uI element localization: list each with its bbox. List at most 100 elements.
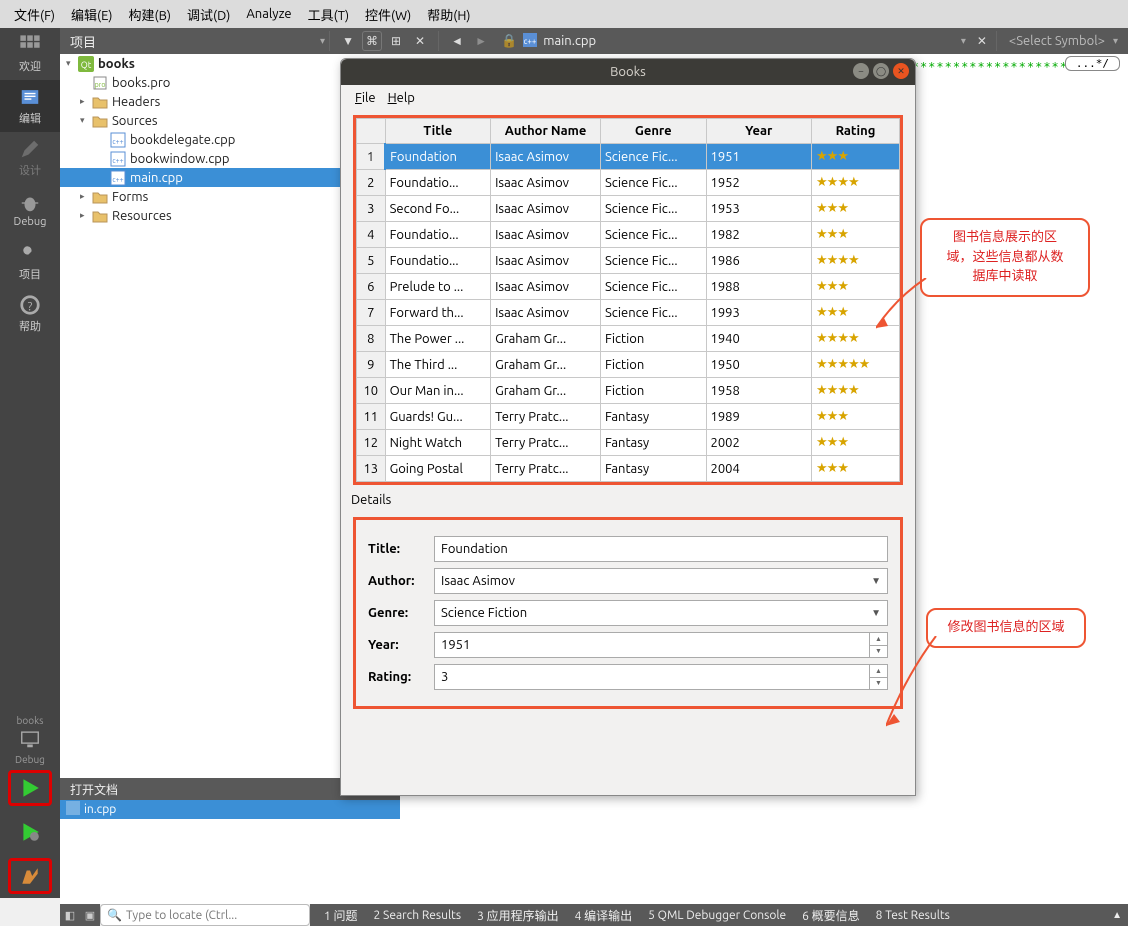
mode-welcome[interactable]: 欢迎 <box>0 28 60 80</box>
cell-title[interactable]: Going Postal <box>385 456 491 482</box>
pin-icon[interactable]: ▣ <box>85 909 95 922</box>
table-row[interactable]: 8The Power ...Graham Gr...Fiction1940★★★… <box>357 326 900 352</box>
books-table[interactable]: Title Author Name Genre Year Rating 1Fou… <box>356 118 900 482</box>
cell-rating[interactable]: ★★★ <box>812 456 900 482</box>
nav-back-icon[interactable]: ◄ <box>447 31 467 51</box>
cell-author[interactable]: Graham Gr... <box>491 378 601 404</box>
cell-author[interactable]: Isaac Asimov <box>491 144 601 170</box>
run-button[interactable] <box>8 770 52 806</box>
kit-selector[interactable]: Debug <box>0 726 60 766</box>
cell-title[interactable]: The Power ... <box>385 326 491 352</box>
cell-year[interactable]: 1952 <box>706 170 812 196</box>
menu-debug[interactable]: 调试(D) <box>179 1 238 28</box>
table-row[interactable]: 6Prelude to ...Isaac AsimovScience Fic..… <box>357 274 900 300</box>
cell-title[interactable]: Night Watch <box>385 430 491 456</box>
books-menu-file[interactable]: File <box>349 88 382 108</box>
cell-year[interactable]: 1940 <box>706 326 812 352</box>
cell-rating[interactable]: ★★★ <box>812 196 900 222</box>
locator-input[interactable]: 🔍 Type to locate (Ctrl... <box>100 904 310 926</box>
mode-debug[interactable]: Debug <box>0 184 60 236</box>
select-genre[interactable]: Science Fiction▼ <box>434 600 888 626</box>
mode-design[interactable]: 设计 <box>0 132 60 184</box>
cell-genre[interactable]: Science Fic... <box>601 170 707 196</box>
col-author[interactable]: Author Name <box>491 119 601 144</box>
cell-year[interactable]: 1986 <box>706 248 812 274</box>
cell-author[interactable]: Isaac Asimov <box>491 170 601 196</box>
cell-author[interactable]: Isaac Asimov <box>491 248 601 274</box>
close-sidebar-icon[interactable]: ◧ <box>65 909 75 922</box>
cell-author[interactable]: Isaac Asimov <box>491 274 601 300</box>
split-icon[interactable]: ⊞ <box>386 31 406 51</box>
cell-rating[interactable]: ★★★★ <box>812 170 900 196</box>
open-doc-item[interactable]: in.cpp <box>60 800 400 819</box>
expand-icon[interactable]: ▲ <box>1112 909 1122 921</box>
books-menu-help[interactable]: Help <box>382 88 421 108</box>
cell-title[interactable]: The Third ... <box>385 352 491 378</box>
table-row[interactable]: 13Going PostalTerry Pratc...Fantasy2004★… <box>357 456 900 482</box>
table-row[interactable]: 9The Third ...Graham Gr...Fiction1950★★★… <box>357 352 900 378</box>
table-row[interactable]: 7Forward th...Isaac AsimovScience Fic...… <box>357 300 900 326</box>
cell-year[interactable]: 2002 <box>706 430 812 456</box>
output-pane-1[interactable]: 1 问题 <box>324 907 358 924</box>
cell-genre[interactable]: Fiction <box>601 326 707 352</box>
select-author[interactable]: Isaac Asimov▼ <box>434 568 888 594</box>
nav-fwd-icon[interactable]: ► <box>471 31 491 51</box>
cell-author[interactable]: Graham Gr... <box>491 352 601 378</box>
cell-year[interactable]: 1951 <box>706 144 812 170</box>
output-pane-8[interactable]: 8 Test Results <box>876 909 950 922</box>
spin-down-icon[interactable]: ▼ <box>869 646 887 658</box>
table-row[interactable]: 5Foundatio...Isaac AsimovScience Fic...1… <box>357 248 900 274</box>
cell-rating[interactable]: ★★★ <box>812 404 900 430</box>
cell-rating[interactable]: ★★★ <box>812 144 900 170</box>
table-row[interactable]: 12Night WatchTerry Pratc...Fantasy2002★★… <box>357 430 900 456</box>
output-pane-6[interactable]: 6 概要信息 <box>802 907 860 924</box>
cell-year[interactable]: 1988 <box>706 274 812 300</box>
spin-up-icon[interactable]: ▲ <box>869 633 887 646</box>
spinbox-year[interactable]: 1951▲▼ <box>434 632 888 658</box>
col-rating[interactable]: Rating <box>812 119 900 144</box>
cell-title[interactable]: Our Man in... <box>385 378 491 404</box>
minimize-icon[interactable]: – <box>853 63 869 79</box>
cell-title[interactable]: Prelude to ... <box>385 274 491 300</box>
cell-genre[interactable]: Fiction <box>601 352 707 378</box>
menu-tools[interactable]: 工具(T) <box>300 1 357 28</box>
cell-author[interactable]: Terry Pratc... <box>491 456 601 482</box>
cell-genre[interactable]: Science Fic... <box>601 222 707 248</box>
cell-title[interactable]: Foundation <box>385 144 491 170</box>
cell-rating[interactable]: ★★★ <box>812 430 900 456</box>
symbol-selector[interactable]: <Select Symbol> <box>1001 34 1113 48</box>
cell-author[interactable]: Isaac Asimov <box>491 196 601 222</box>
cell-rating[interactable]: ★★★★ <box>812 248 900 274</box>
close-icon[interactable]: ✕ <box>893 63 909 79</box>
cell-author[interactable]: Terry Pratc... <box>491 430 601 456</box>
table-row[interactable]: 10Our Man in...Graham Gr...Fiction1958★★… <box>357 378 900 404</box>
cell-genre[interactable]: Science Fic... <box>601 196 707 222</box>
cell-author[interactable]: Graham Gr... <box>491 326 601 352</box>
cell-genre[interactable]: Science Fic... <box>601 144 707 170</box>
table-row[interactable]: 11Guards! Gu...Terry Pratc...Fantasy1989… <box>357 404 900 430</box>
menu-analyze[interactable]: Analyze <box>238 3 299 25</box>
cell-year[interactable]: 1950 <box>706 352 812 378</box>
run-debug-button[interactable] <box>8 814 52 850</box>
maximize-icon[interactable]: ◯ <box>873 63 889 79</box>
output-pane-2[interactable]: 2 Search Results <box>374 909 462 922</box>
breadcrumb[interactable]: 🔒 c++ main.cpp <box>495 33 602 50</box>
mode-project[interactable]: 项目 <box>0 236 60 288</box>
menu-help[interactable]: 帮助(H) <box>419 1 478 28</box>
cell-title[interactable]: Second Fo... <box>385 196 491 222</box>
menu-edit[interactable]: 编辑(E) <box>63 1 120 28</box>
cell-year[interactable]: 1989 <box>706 404 812 430</box>
mode-help[interactable]: ? 帮助 <box>0 288 60 340</box>
cell-title[interactable]: Forward th... <box>385 300 491 326</box>
col-title[interactable]: Title <box>385 119 491 144</box>
col-year[interactable]: Year <box>706 119 812 144</box>
filter-icon[interactable]: ▼ <box>338 31 358 51</box>
build-button[interactable] <box>8 858 52 894</box>
menu-file[interactable]: 文件(F) <box>6 1 63 28</box>
cell-genre[interactable]: Science Fic... <box>601 274 707 300</box>
spinbox-rating[interactable]: 3▲▼ <box>434 664 888 690</box>
spin-down-icon[interactable]: ▼ <box>869 678 887 690</box>
cell-genre[interactable]: Science Fic... <box>601 300 707 326</box>
spin-up-icon[interactable]: ▲ <box>869 665 887 678</box>
cell-author[interactable]: Terry Pratc... <box>491 404 601 430</box>
